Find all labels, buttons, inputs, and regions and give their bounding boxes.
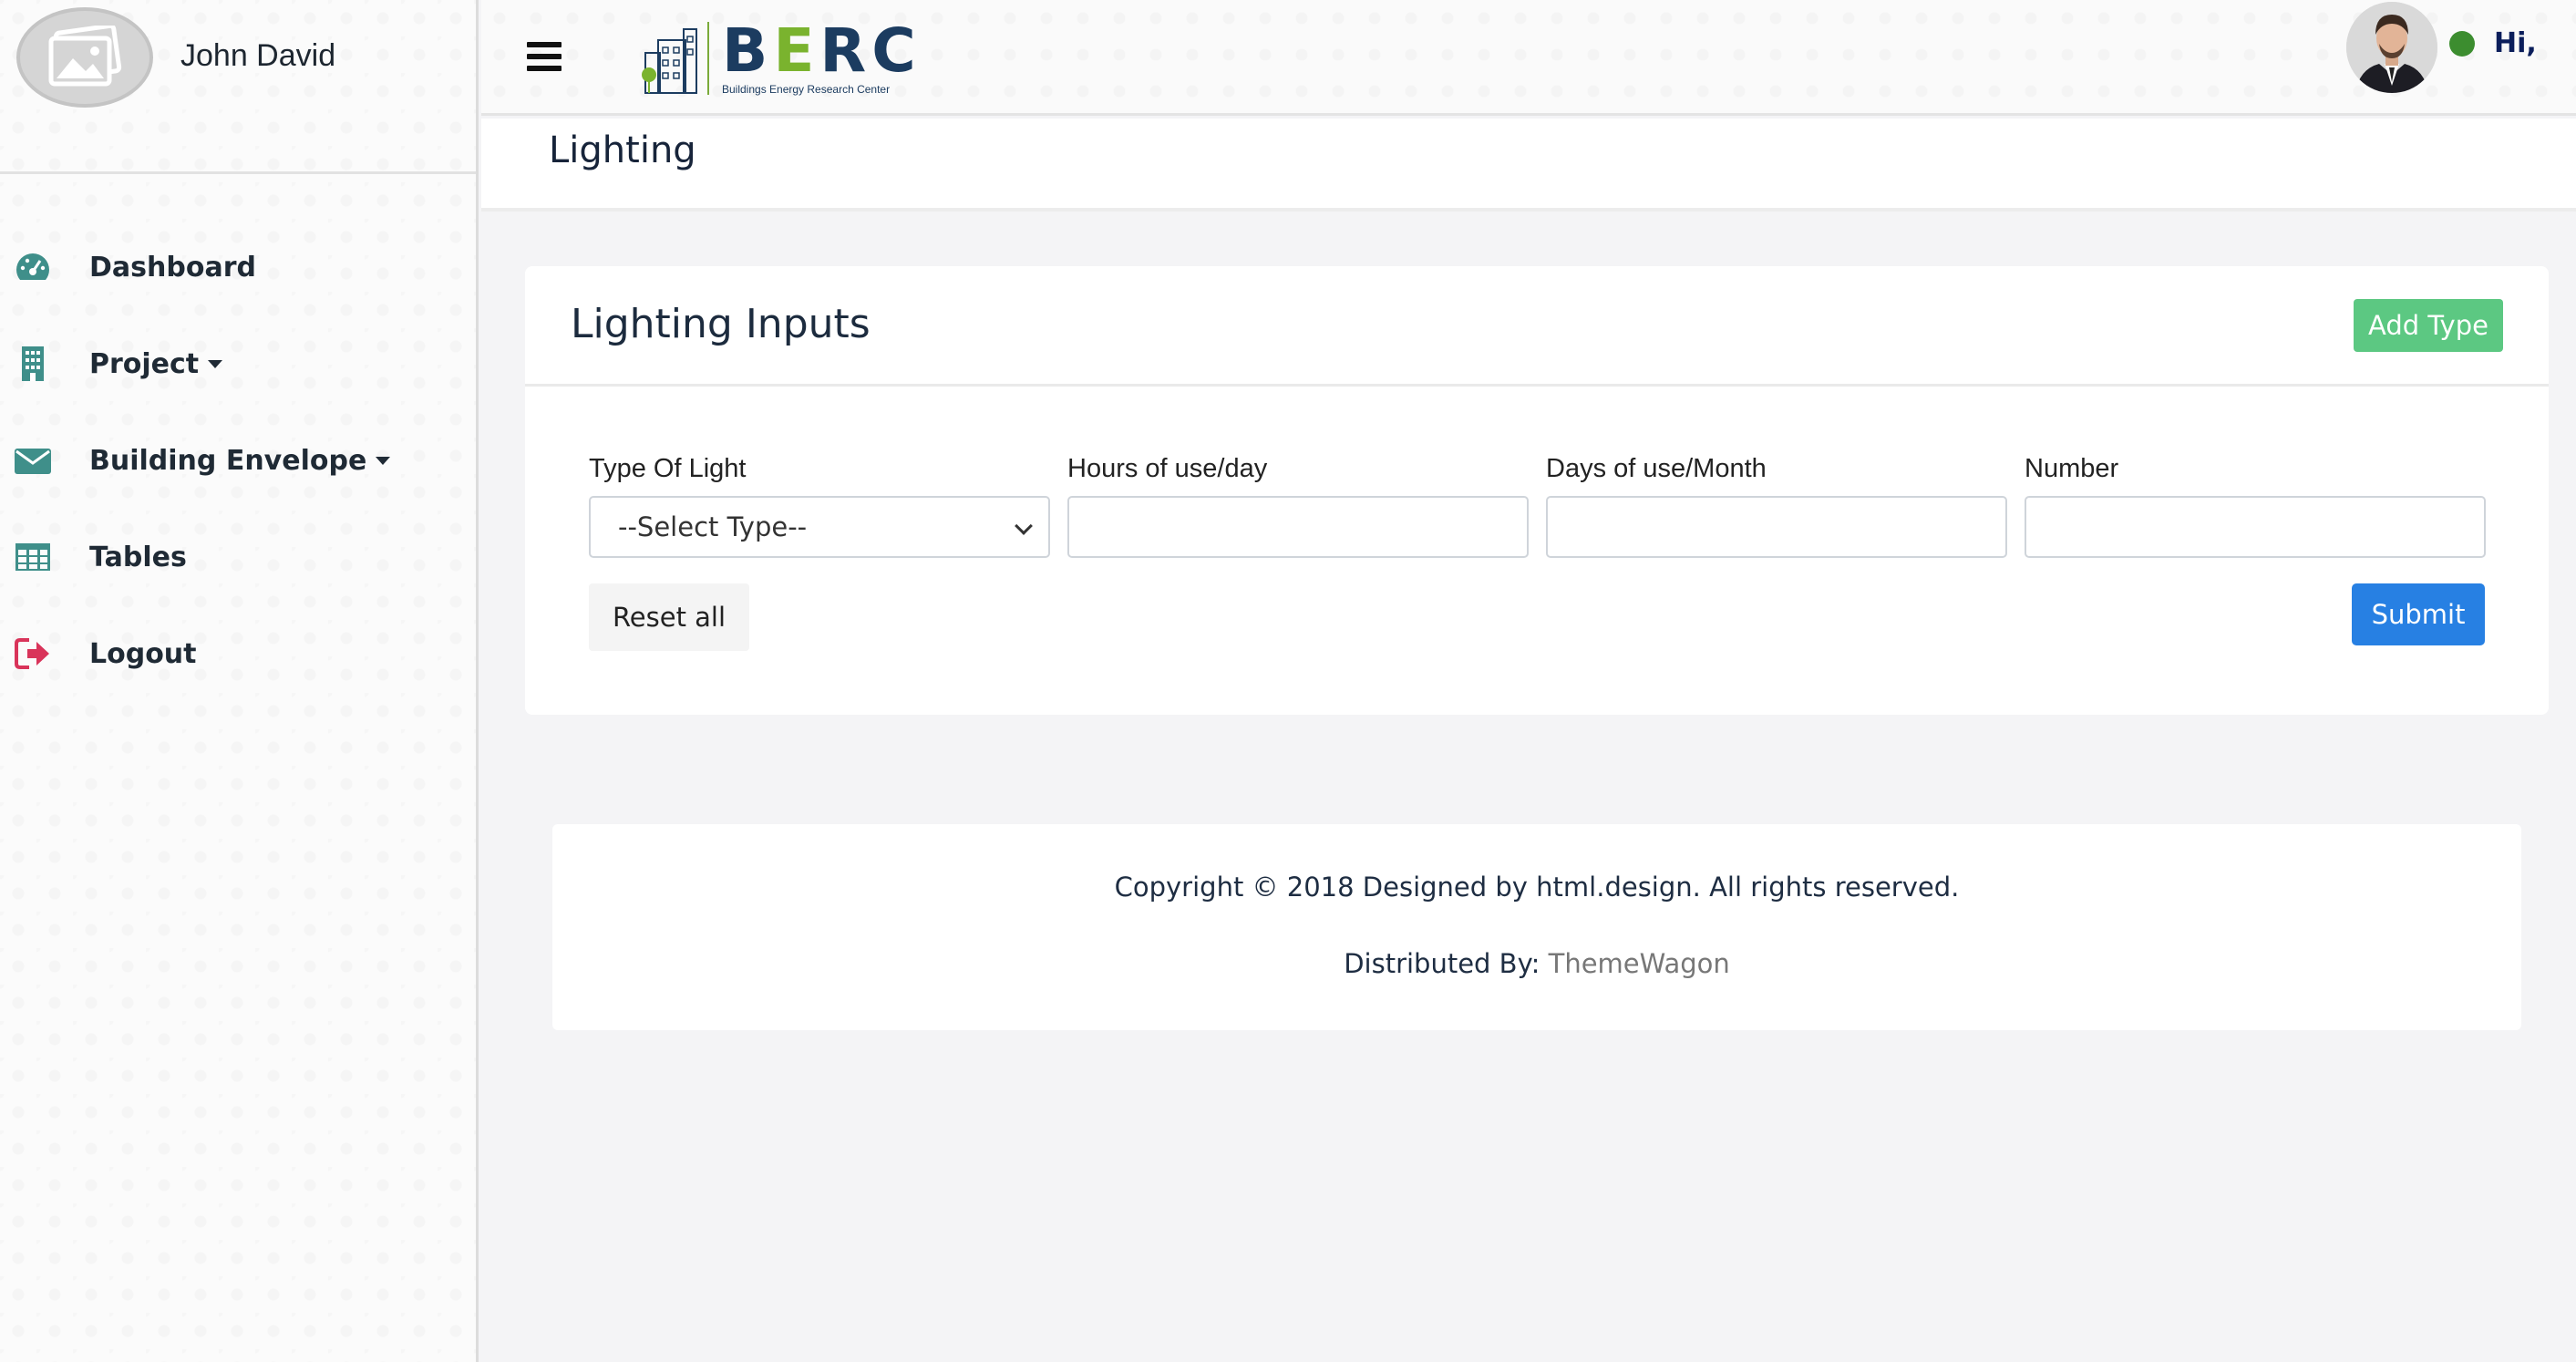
topbar: BERC Buildings Energy Research Center Hi… [481, 0, 2576, 116]
sidebar-nav: Dashboard Project Building Envelope Tabl… [0, 219, 476, 702]
themewagon-link[interactable]: ThemeWagon [1549, 948, 1730, 979]
sidebar-item-label: Logout [89, 637, 197, 670]
logo-title: BERC [722, 15, 922, 86]
online-status-indicator [2449, 31, 2475, 57]
page-header: Lighting [481, 119, 2576, 212]
envelope-icon [13, 442, 53, 479]
chevron-down-icon [208, 359, 223, 368]
page-title: Lighting [549, 129, 696, 171]
building-icon [13, 346, 53, 382]
berc-logo[interactable]: BERC Buildings Energy Research Center [638, 18, 922, 98]
table-icon [13, 539, 53, 575]
number-input[interactable] [2025, 496, 2486, 558]
type-of-light-select[interactable]: --Select Type-- [589, 496, 1050, 558]
sidebar-item-building-envelope[interactable]: Building Envelope [0, 412, 476, 509]
sidebar-item-project[interactable]: Project [0, 315, 476, 412]
hours-of-use-input[interactable] [1067, 496, 1529, 558]
number-label: Number [2025, 454, 2119, 483]
reset-all-button[interactable]: Reset all [589, 583, 749, 651]
sidebar-item-label: Project [89, 347, 200, 380]
profile-image-placeholder-icon [16, 7, 153, 108]
sidebar-profile: John David [0, 0, 476, 174]
card-title: Lighting Inputs [571, 301, 871, 347]
submit-button[interactable]: Submit [2352, 583, 2485, 645]
logo-separator [707, 22, 709, 95]
sidebar-item-label: Tables [89, 541, 187, 573]
sidebar-item-logout[interactable]: Logout [0, 605, 476, 702]
chevron-down-icon [1015, 517, 1033, 535]
hours-of-use-label: Hours of use/day [1067, 454, 1268, 483]
dashboard-gauge-icon [13, 249, 53, 285]
user-photo-icon [2346, 2, 2437, 93]
chevron-down-icon [376, 456, 391, 465]
add-type-button[interactable]: Add Type [2354, 299, 2503, 352]
profile-name: John David [180, 38, 336, 73]
footer: Copyright © 2018 Designed by html.design… [552, 824, 2521, 1030]
sidebar-item-label: Dashboard [89, 251, 256, 284]
days-of-use-input[interactable] [1546, 496, 2007, 558]
user-avatar[interactable] [2346, 2, 2437, 93]
distributed-by: Distributed By: ThemeWagon [552, 948, 2521, 979]
logo-subtitle: Buildings Energy Research Center [722, 83, 891, 96]
select-value: --Select Type-- [618, 511, 808, 542]
hamburger-menu-icon[interactable] [527, 42, 562, 71]
logout-icon [13, 635, 53, 672]
sidebar-item-dashboard[interactable]: Dashboard [0, 219, 476, 315]
greeting-text: Hi, [2494, 27, 2537, 59]
logo-buildings-icon [642, 28, 697, 94]
sidebar-item-label: Building Envelope [89, 444, 367, 477]
sidebar: John David Dashboard Project Building En… [0, 0, 479, 1362]
sidebar-item-tables[interactable]: Tables [0, 509, 476, 605]
lighting-inputs-card: Lighting Inputs Add Type Type Of Light -… [525, 266, 2549, 715]
distributed-prefix: Distributed By: [1344, 948, 1549, 979]
card-header: Lighting Inputs Add Type [525, 266, 2549, 387]
logo-text: BERC Buildings Energy Research Center [722, 15, 922, 97]
copyright-text: Copyright © 2018 Designed by html.design… [1114, 872, 1960, 903]
days-of-use-label: Days of use/Month [1546, 454, 1767, 483]
type-of-light-label: Type Of Light [589, 454, 747, 483]
